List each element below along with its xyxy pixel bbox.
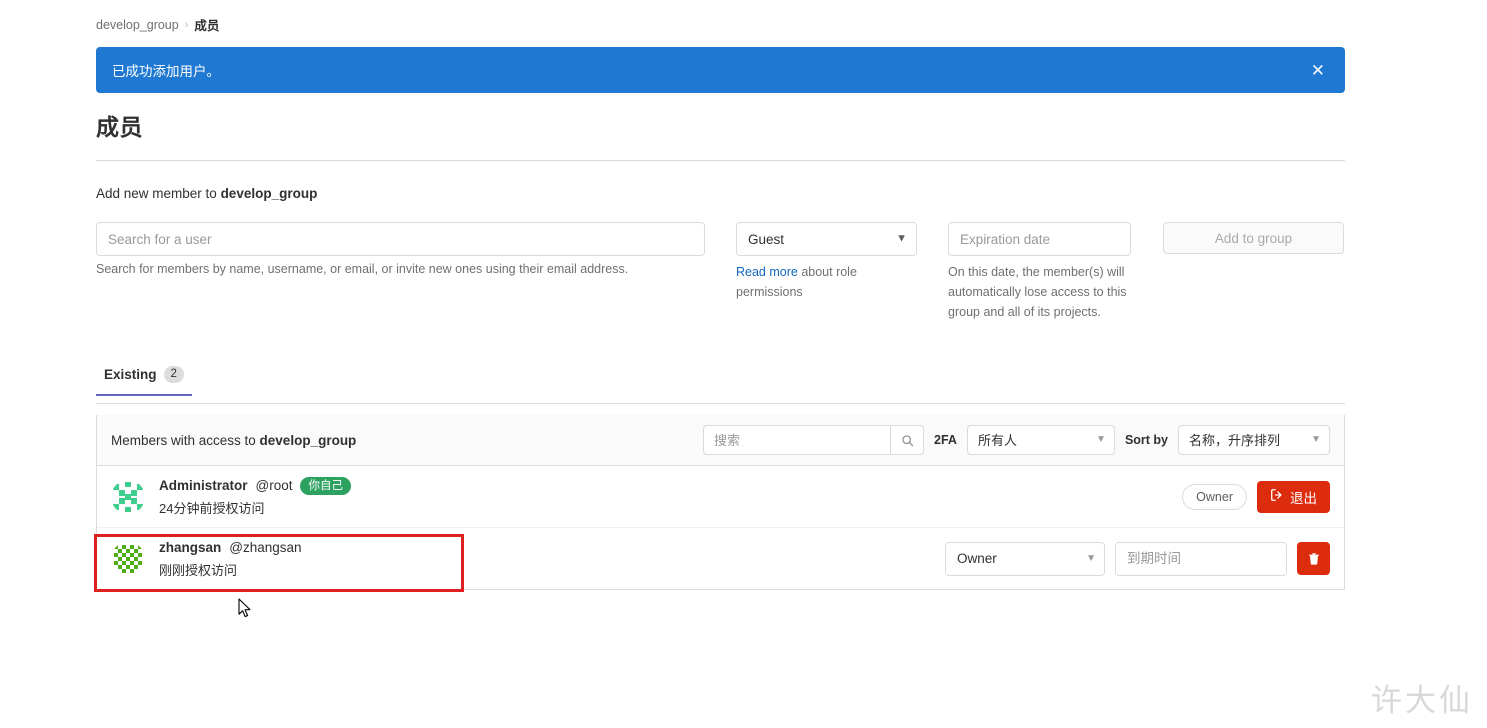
members-card-title-group: develop_group xyxy=(259,432,357,448)
role-help-link[interactable]: Read more xyxy=(736,265,798,279)
member-role-badge: Owner xyxy=(1182,483,1247,510)
members-card: Members with access to develop_group 2FA… xyxy=(96,415,1345,590)
avatar[interactable] xyxy=(111,479,145,514)
sort-select-wrap: 名称，升序排列 ▼ xyxy=(1178,425,1330,455)
add-member-label-group: develop_group xyxy=(220,186,318,201)
trash-icon[interactable] xyxy=(1297,542,1330,575)
title-divider xyxy=(96,160,1345,161)
table-row: zhangsan @zhangsan 刚刚授权访问 Owner ▼ xyxy=(97,527,1344,589)
sort-label: Sort by xyxy=(1124,433,1168,447)
member-name-line: Administrator @root 你自己 xyxy=(159,476,1182,495)
members-page: develop_group › 成员 已成功添加用户。 ✕ 成员 Add new… xyxy=(0,0,1487,728)
breadcrumb-separator: › xyxy=(184,18,189,31)
member-access-text: 刚刚授权访问 xyxy=(159,563,238,578)
row-actions: Owner 退出 xyxy=(1182,480,1330,513)
user-search-help: Search for members by name, username, or… xyxy=(96,262,629,276)
avatar[interactable] xyxy=(111,541,145,576)
leave-group-label: 退出 xyxy=(1290,490,1317,506)
twofa-label: 2FA xyxy=(934,433,957,447)
members-card-title-prefix: Members with access to xyxy=(111,432,260,448)
members-card-header: Members with access to develop_group 2FA… xyxy=(97,415,1344,466)
member-expiration-input[interactable] xyxy=(1115,541,1287,576)
twofa-filter-wrap: 所有人 ▼ xyxy=(966,425,1115,455)
breadcrumb-current: 成员 xyxy=(194,19,220,33)
mouse-cursor xyxy=(238,598,253,625)
sign-out-icon xyxy=(1270,488,1284,505)
member-access-text: 24分钟前授权访问 xyxy=(159,501,265,516)
success-alert: 已成功添加用户。 ✕ xyxy=(96,47,1345,93)
expiration-help: On this date, the member(s) will automat… xyxy=(948,265,1127,319)
member-info: zhangsan @zhangsan 刚刚授权访问 xyxy=(159,538,945,579)
table-row: Administrator @root 你自己 24分钟前授权访问 Owner xyxy=(97,466,1344,527)
close-icon[interactable]: ✕ xyxy=(1307,60,1329,81)
page-title: 成员 xyxy=(96,114,143,140)
role-select-wrap: Guest ▼ xyxy=(736,222,917,256)
breadcrumb: develop_group › 成员 xyxy=(96,15,219,34)
role-select[interactable]: Guest xyxy=(736,222,917,256)
tab-existing-label: Existing xyxy=(104,367,157,382)
user-search-input[interactable] xyxy=(96,222,705,256)
expiration-date-input[interactable] xyxy=(948,222,1131,256)
add-to-group-button[interactable]: Add to group xyxy=(1163,222,1344,254)
members-search-group xyxy=(703,425,924,455)
role-help: Read more about role permissions xyxy=(736,262,921,302)
member-role-select-wrap: Owner ▼ xyxy=(945,541,1105,576)
member-info: Administrator @root 你自己 24分钟前授权访问 xyxy=(159,476,1182,517)
add-member-label-prefix: Add new member to xyxy=(96,186,221,201)
member-name[interactable]: zhangsan xyxy=(159,538,221,557)
members-card-title: Members with access to develop_group xyxy=(111,433,693,448)
members-tabs: Existing 2 xyxy=(96,366,1345,404)
member-name-line: zhangsan @zhangsan xyxy=(159,538,945,557)
member-handle: @zhangsan xyxy=(229,540,302,555)
member-role-select[interactable]: Owner xyxy=(945,541,1105,576)
search-icon[interactable] xyxy=(890,425,924,455)
sort-select[interactable]: 名称，升序排列 xyxy=(1178,425,1330,455)
members-search-input[interactable] xyxy=(703,425,890,455)
add-member-label: Add new member to develop_group xyxy=(96,186,317,201)
tab-existing[interactable]: Existing 2 xyxy=(96,366,192,396)
row-actions: Owner ▼ xyxy=(945,541,1330,576)
leave-group-button[interactable]: 退出 xyxy=(1257,480,1330,513)
member-handle: @root xyxy=(255,478,293,493)
twofa-filter-select[interactable]: 所有人 xyxy=(966,425,1115,455)
member-name[interactable]: Administrator xyxy=(159,476,248,495)
watermark: 许大仙 xyxy=(1371,683,1473,719)
alert-message: 已成功添加用户。 xyxy=(112,64,220,79)
status-badge: 你自己 xyxy=(300,476,351,495)
breadcrumb-group-link[interactable]: develop_group xyxy=(96,18,179,32)
tab-existing-count: 2 xyxy=(163,366,184,383)
